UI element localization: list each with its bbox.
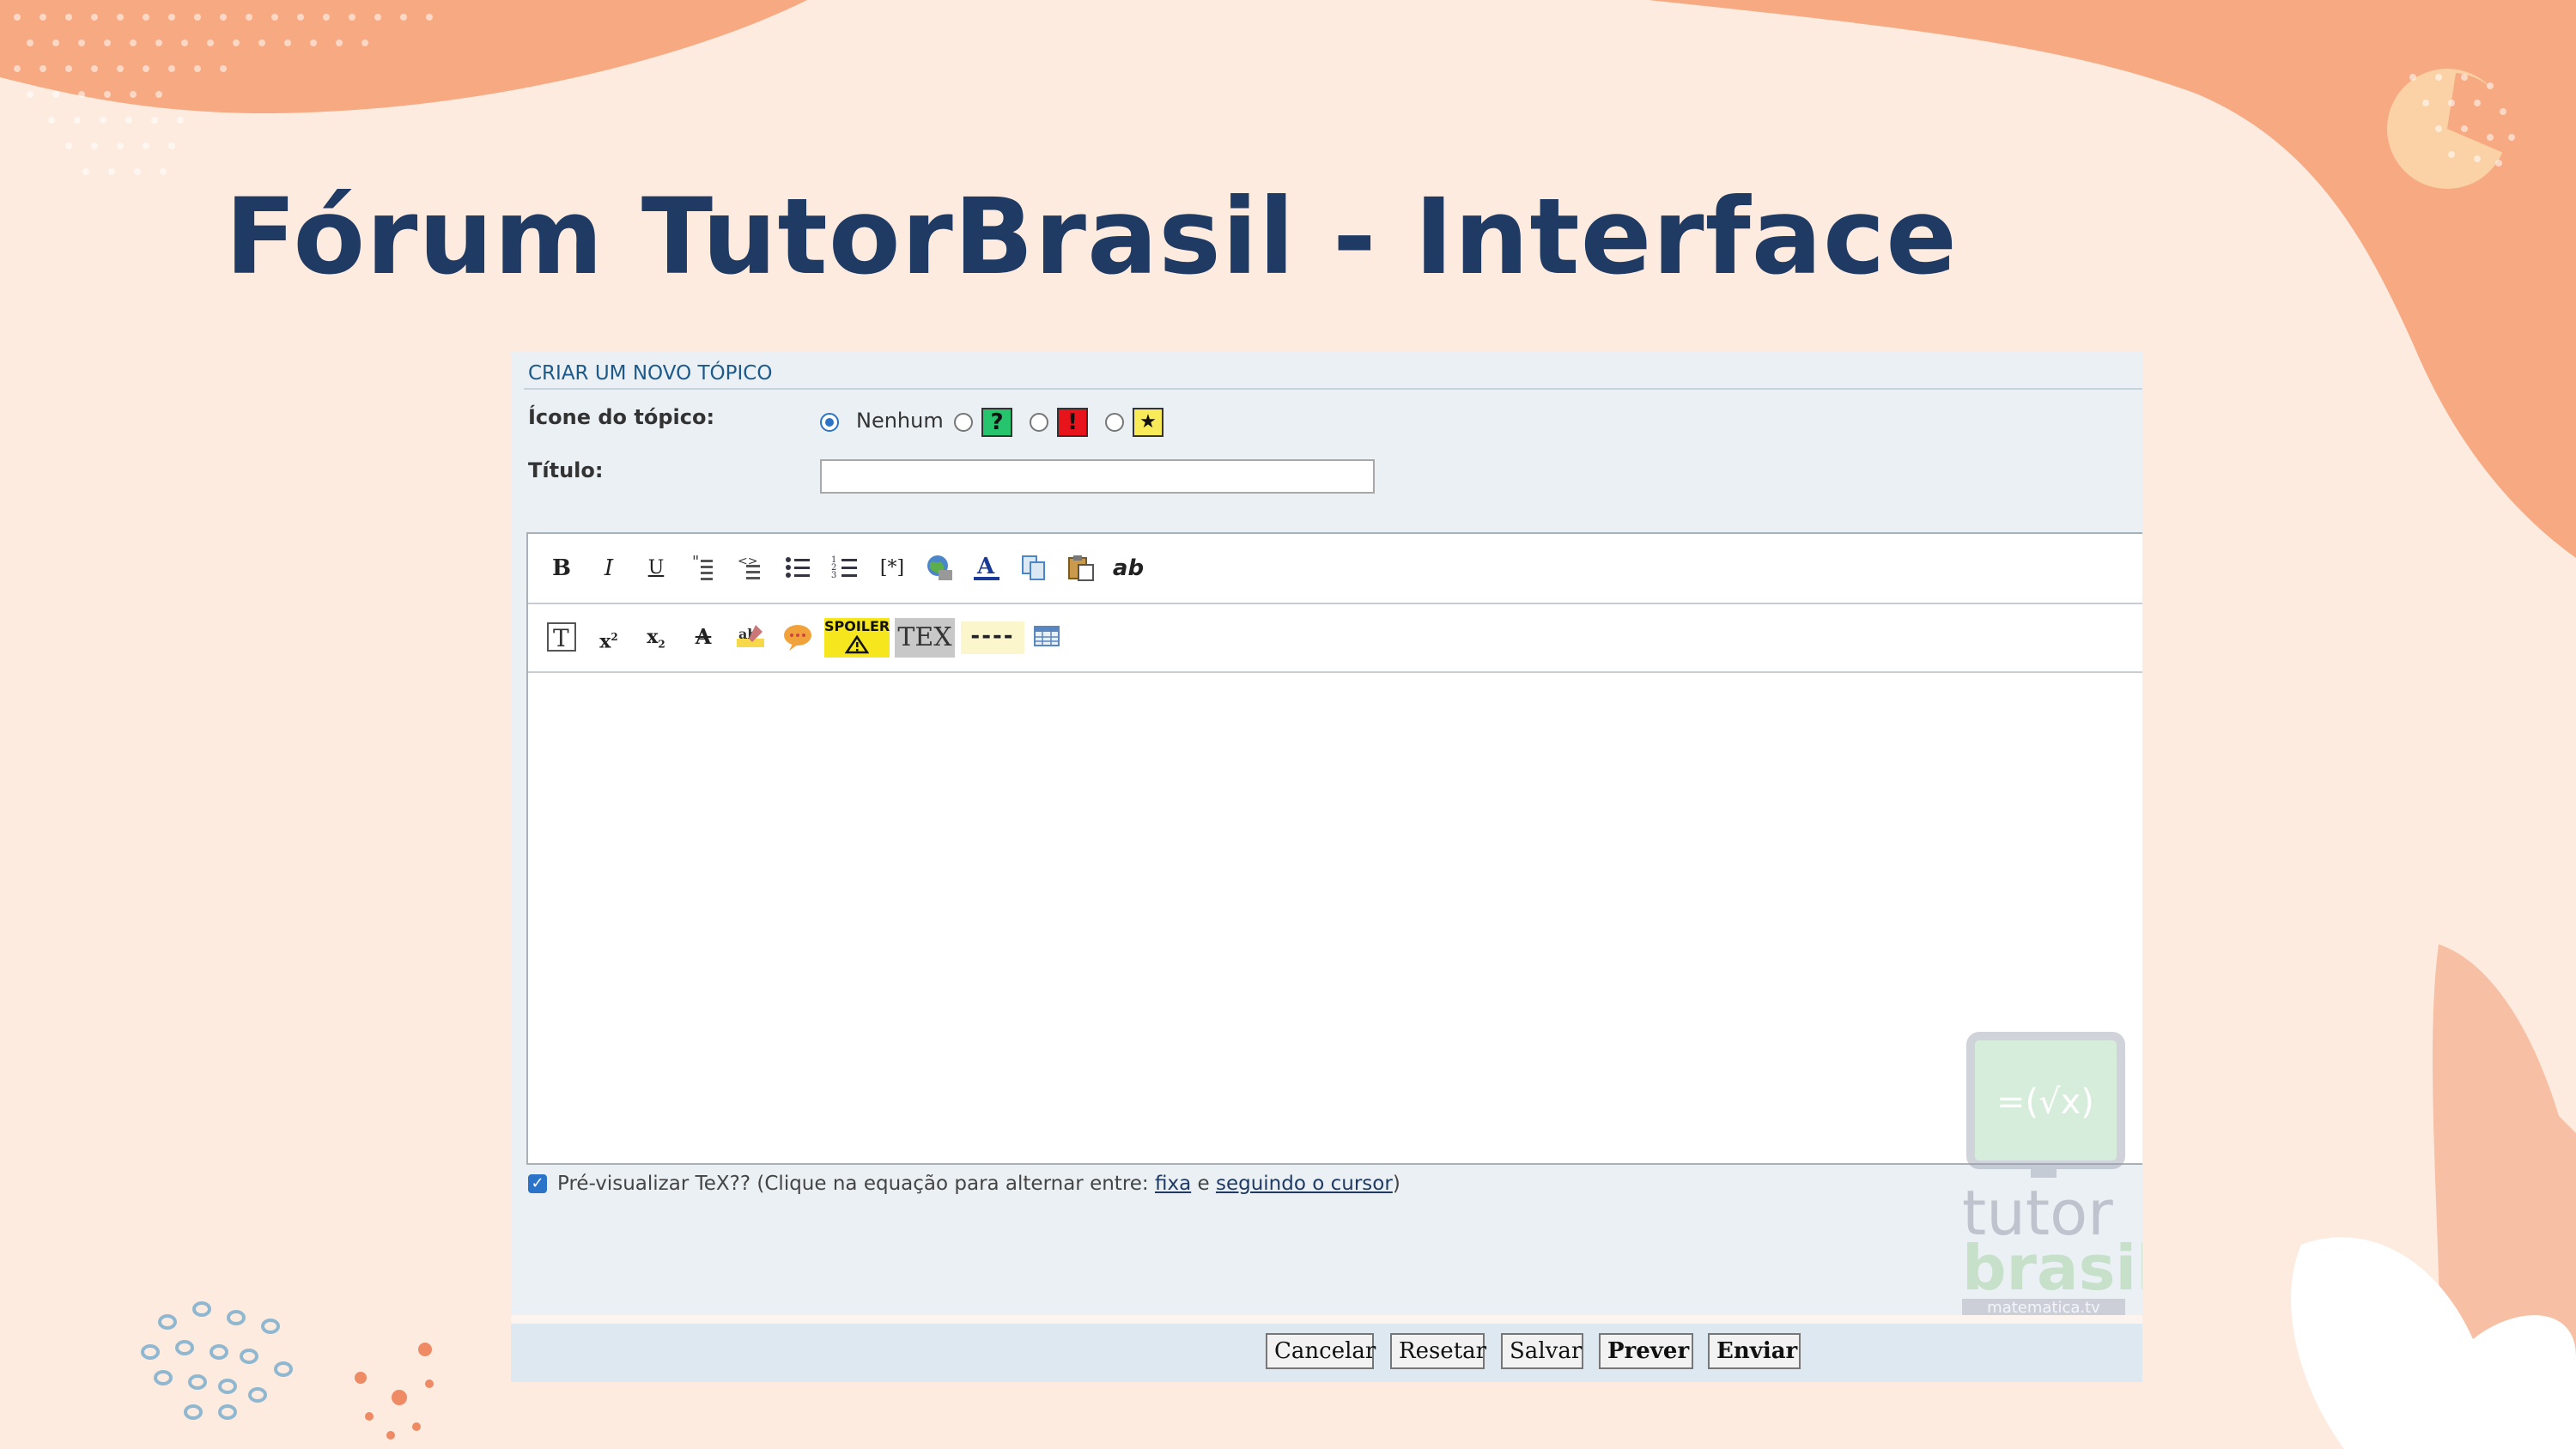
tex-preview-checkbox[interactable]: ✓ xyxy=(528,1174,547,1193)
tex-icon[interactable]: TEX xyxy=(895,618,955,658)
numbered-list-icon[interactable]: 123 xyxy=(829,553,861,584)
exclamation-icon: ! xyxy=(1057,408,1088,437)
save-button[interactable]: Salvar xyxy=(1501,1333,1583,1369)
bold-icon[interactable]: B xyxy=(545,553,578,584)
table-icon[interactable] xyxy=(1030,621,1063,652)
horizontal-rule-icon[interactable]: ---- xyxy=(961,621,1024,654)
image-icon[interactable] xyxy=(923,553,956,584)
topic-icon-none-label: Nenhum xyxy=(856,409,944,433)
preview-text-before: Pré-visualizar TeX?? (Clique na equação … xyxy=(557,1173,1155,1195)
preview-button[interactable]: Prever xyxy=(1599,1333,1693,1369)
preview-text-after: ) xyxy=(1392,1173,1400,1195)
svg-text:A: A xyxy=(976,554,995,579)
font-color-icon[interactable]: A xyxy=(970,553,1003,584)
code-icon[interactable]: <> xyxy=(734,553,767,584)
svg-text:=(√x): =(√x) xyxy=(1996,1082,2094,1122)
svg-text:3: 3 xyxy=(831,571,836,580)
svg-text:": " xyxy=(692,553,699,571)
star-icon: ★ xyxy=(1133,408,1163,437)
question-icon: ? xyxy=(981,408,1012,437)
preview-text-middle: e xyxy=(1191,1173,1216,1195)
svg-text:T: T xyxy=(553,624,569,652)
toolbar-row-1: B I U " <> 123 [*] A ab xyxy=(528,534,2142,604)
heading-divider xyxy=(524,388,2142,390)
copy-icon[interactable] xyxy=(1018,553,1050,584)
cancel-button[interactable]: Cancelar xyxy=(1266,1333,1376,1369)
link-follow-cursor[interactable]: seguindo o cursor xyxy=(1216,1173,1393,1195)
monitor-logo-icon: =(√x) xyxy=(1966,1032,2125,1178)
quote-icon[interactable]: " xyxy=(687,553,720,584)
speech-bubble-icon[interactable] xyxy=(781,621,814,652)
title-label: Título: xyxy=(528,458,604,482)
superscript-icon[interactable]: x2 xyxy=(592,621,625,652)
topic-icon-radio-star[interactable] xyxy=(1105,413,1124,432)
topic-icon-radio-exclamation[interactable] xyxy=(1030,413,1048,432)
spoiler-label: SPOILER xyxy=(824,618,890,634)
paste-icon[interactable] xyxy=(1065,553,1097,584)
underline-icon[interactable]: U xyxy=(640,553,672,584)
link-fixed[interactable]: fixa xyxy=(1155,1173,1191,1195)
submit-button[interactable]: Enviar xyxy=(1708,1333,1801,1369)
tex-preview-label: Pré-visualizar TeX?? (Clique na equação … xyxy=(557,1173,1400,1195)
form-heading: CRIAR UM NOVO TÓPICO xyxy=(528,362,773,385)
topic-icon-label: Ícone do tópico: xyxy=(528,405,715,429)
topic-icon-radio-none[interactable] xyxy=(820,413,839,432)
title-input[interactable] xyxy=(820,459,1375,494)
toolbar-row-2: T x2 x2 A ab SPOILER TEX ---- xyxy=(528,603,2142,673)
highlight-icon[interactable]: ab xyxy=(734,621,767,652)
topic-icon-radio-question[interactable] xyxy=(954,413,973,432)
spoiler-icon[interactable]: SPOILER xyxy=(824,618,890,658)
strikethrough-icon[interactable]: A xyxy=(687,621,720,652)
text-icon[interactable]: T xyxy=(545,621,578,652)
tutorbrasil-watermark: =(√x) tutor brasil matematica.tv xyxy=(1962,1028,2142,1328)
italic-icon[interactable]: I xyxy=(592,553,625,584)
bullet-list-icon[interactable] xyxy=(781,553,814,584)
ab-text-icon[interactable]: ab xyxy=(1112,553,1145,584)
message-editor[interactable]: B I U " <> 123 [*] A ab T x2 x2 A ab SPO… xyxy=(526,532,2142,1317)
list-item-icon[interactable]: [*] xyxy=(876,553,908,584)
reset-button[interactable]: Resetar xyxy=(1390,1333,1486,1369)
watermark-word-2: brasil xyxy=(1962,1232,2142,1304)
new-topic-form: CRIAR UM NOVO TÓPICO Ícone do tópico: Ne… xyxy=(511,352,2142,1382)
subscript-icon[interactable]: x2 xyxy=(640,621,672,652)
slide-title: Fórum TutorBrasil - Interface xyxy=(225,176,1959,298)
